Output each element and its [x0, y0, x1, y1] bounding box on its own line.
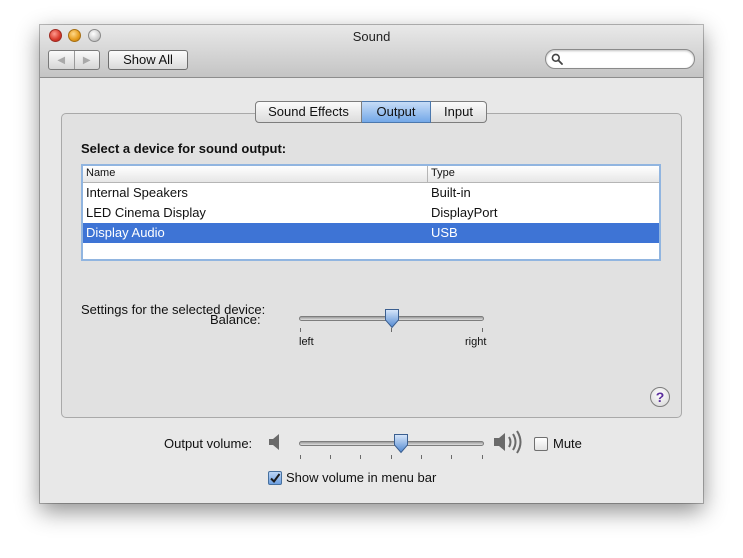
speaker-low-icon — [269, 434, 279, 450]
mute-checkbox[interactable] — [534, 437, 548, 451]
volume-tick — [330, 455, 331, 459]
help-button[interactable]: ? — [650, 387, 670, 407]
mute-label: Mute — [553, 436, 582, 451]
forward-arrow-icon[interactable]: ▶ — [73, 51, 100, 69]
balance-right-label: right — [465, 336, 487, 348]
back-arrow-icon[interactable]: ◀ — [49, 51, 74, 69]
device-type: Built-in — [431, 185, 471, 200]
search-field[interactable] — [545, 49, 695, 69]
balance-tick-right — [482, 328, 483, 332]
show-volume-in-menu-bar-label: Show volume in menu bar — [286, 470, 437, 485]
balance-label: Balance: — [210, 312, 261, 327]
table-row[interactable]: Internal Speakers Built-in — [83, 183, 659, 203]
tab-sound-effects[interactable]: Sound Effects — [255, 101, 362, 123]
checkmark-icon — [270, 473, 281, 484]
device-name: LED Cinema Display — [86, 205, 206, 220]
table-header: Name Type — [83, 166, 659, 183]
device-name: Internal Speakers — [86, 185, 188, 200]
back-forward-control: ◀ ▶ — [48, 50, 100, 70]
device-type: DisplayPort — [431, 205, 498, 220]
output-device-table[interactable]: Name Type Internal Speakers Built-in LED… — [81, 164, 661, 261]
volume-tick — [391, 455, 392, 459]
volume-tick — [421, 455, 422, 459]
column-header-name[interactable]: Name — [86, 166, 115, 181]
device-section-label: Select a device for sound output: — [81, 141, 287, 156]
table-row[interactable]: LED Cinema Display DisplayPort — [83, 203, 659, 223]
column-divider — [427, 166, 428, 182]
output-volume-slider-knob[interactable] — [393, 433, 409, 454]
device-type: USB — [431, 225, 458, 240]
speaker-high-icon — [494, 430, 522, 454]
tab-output[interactable]: Output — [362, 101, 431, 123]
device-name: Display Audio — [86, 225, 165, 240]
balance-left-label: left — [299, 336, 314, 348]
output-volume-label: Output volume: — [164, 436, 253, 451]
search-input[interactable] — [566, 51, 688, 67]
show-all-button[interactable]: Show All — [108, 50, 188, 70]
balance-slider-knob[interactable] — [384, 308, 400, 329]
output-volume-slider-track[interactable] — [299, 441, 484, 446]
column-header-type[interactable]: Type — [431, 166, 455, 181]
show-volume-in-menu-bar-checkbox[interactable] — [268, 471, 282, 485]
balance-tick-center — [391, 328, 392, 332]
volume-tick — [300, 455, 301, 459]
sound-preferences-window: Sound ◀ ▶ Show All Sound Effects Output … — [40, 25, 703, 503]
tab-bar: Sound Effects Output Input — [255, 101, 487, 123]
window-title: Sound — [352, 29, 391, 44]
volume-tick — [360, 455, 361, 459]
search-icon — [551, 53, 563, 65]
title-bar: Sound ◀ ▶ Show All — [40, 25, 703, 78]
volume-tick — [451, 455, 452, 459]
balance-tick-left — [300, 328, 301, 332]
table-row-selected[interactable]: Display Audio USB — [83, 223, 659, 243]
volume-tick — [482, 455, 483, 459]
tab-input[interactable]: Input — [431, 101, 487, 123]
output-tab-panel — [61, 113, 682, 418]
